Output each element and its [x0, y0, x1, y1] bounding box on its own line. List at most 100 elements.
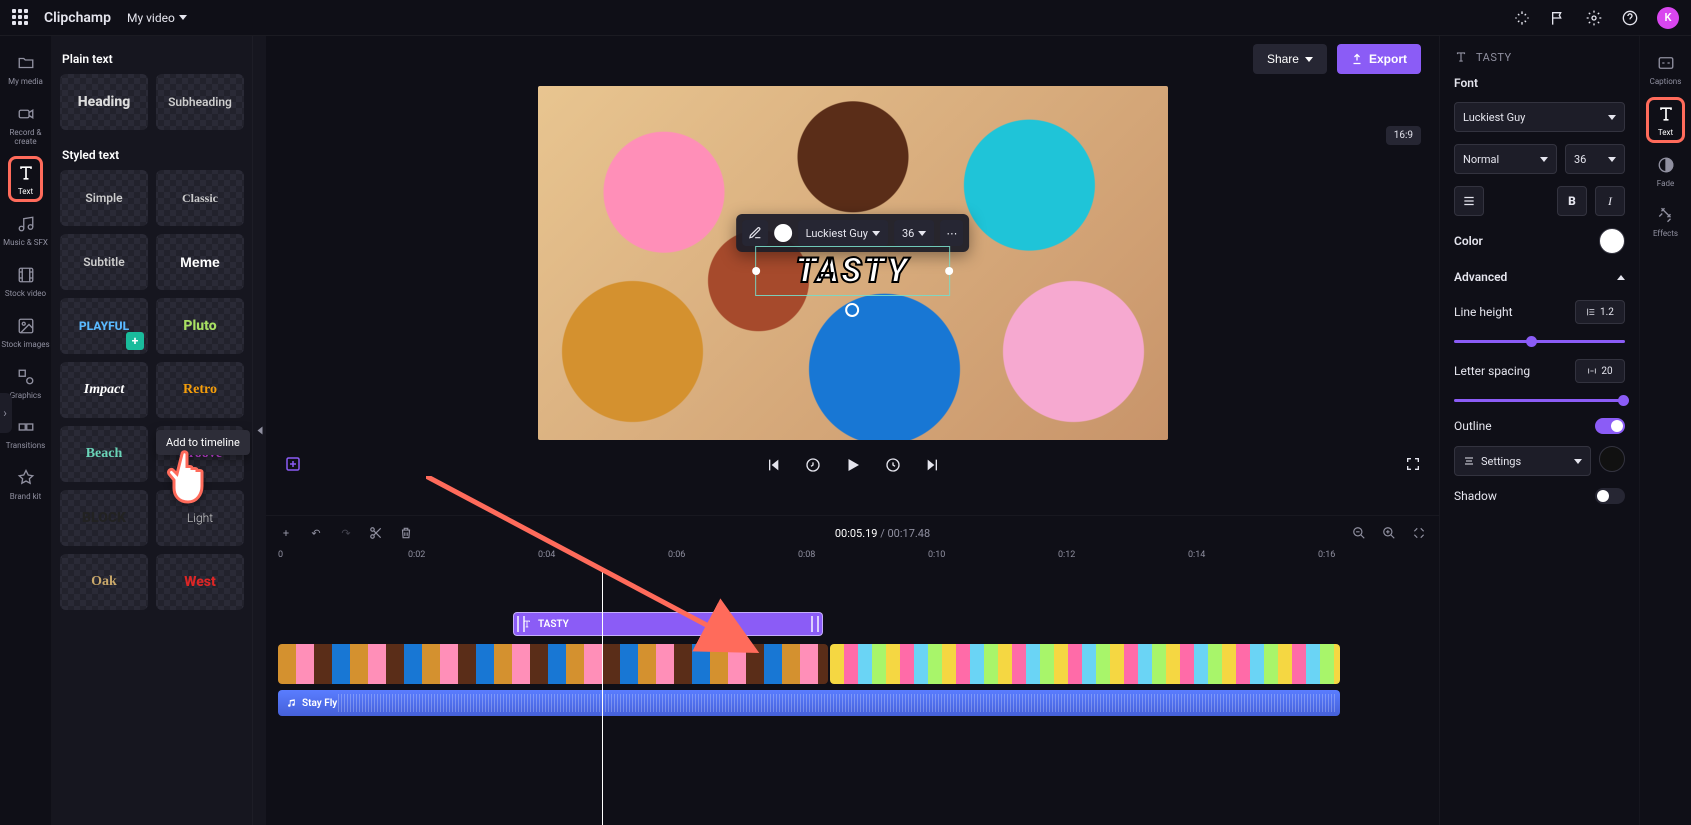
ai-enhance-button[interactable] — [284, 455, 302, 476]
selected-text-box[interactable]: TASTY — [755, 246, 951, 296]
rail-captions[interactable]: Captions — [1640, 44, 1691, 95]
text-style-impact[interactable]: Impact — [60, 362, 148, 418]
props-header: TASTY — [1476, 51, 1512, 64]
resize-handle-left[interactable] — [752, 267, 760, 275]
outline-color-swatch[interactable] — [1599, 446, 1625, 472]
font-select-floating[interactable]: Luckiest Guy — [798, 220, 888, 246]
gear-icon[interactable] — [1585, 9, 1603, 27]
text-style-block[interactable]: BLOCK — [60, 490, 148, 546]
rail-brand-kit[interactable]: Brand kit — [0, 459, 51, 510]
font-select[interactable]: Luckiest Guy — [1454, 102, 1625, 132]
rail-music-sfx[interactable]: Music & SFX — [0, 205, 51, 256]
text-style-subtitle[interactable]: Subtitle — [60, 234, 148, 290]
text-style-meme[interactable]: Meme — [156, 234, 244, 290]
delete-button[interactable] — [398, 525, 414, 541]
fullscreen-button[interactable] — [1405, 456, 1421, 475]
font-weight-select[interactable]: Normal — [1454, 144, 1557, 174]
timeline-tracks[interactable]: TASTY Stay Fly — [278, 572, 1439, 825]
shadow-toggle[interactable] — [1595, 488, 1625, 504]
advanced-section-toggle[interactable]: Advanced — [1454, 266, 1625, 288]
rail-fade[interactable]: Fade — [1640, 146, 1691, 197]
text-color-swatch[interactable] — [1599, 228, 1625, 254]
rail-my-media[interactable]: My media — [0, 44, 51, 95]
preview-text-value: TASTY — [796, 251, 910, 291]
chevron-down-icon — [872, 231, 880, 236]
undo-button[interactable]: ↶ — [308, 525, 324, 541]
panel-collapse-tab[interactable] — [252, 36, 266, 825]
timeline-video-clip-1[interactable] — [278, 644, 828, 684]
chevron-down-icon — [1574, 459, 1582, 464]
outline-settings-button[interactable]: Settings — [1454, 446, 1591, 476]
brand-label: Clipchamp — [44, 10, 111, 26]
text-style-simple[interactable]: Simple — [60, 170, 148, 226]
align-button[interactable] — [1454, 186, 1484, 216]
share-button[interactable]: Share — [1253, 44, 1327, 74]
zoom-out-button[interactable] — [1351, 525, 1367, 541]
text-style-beach[interactable]: Beach — [60, 426, 148, 482]
line-height-input[interactable]: 1.2 — [1575, 300, 1625, 324]
redo-button[interactable]: ↷ — [338, 525, 354, 541]
user-avatar[interactable]: K — [1657, 7, 1679, 29]
text-style-playful[interactable]: PLAYFUL+ — [60, 298, 148, 354]
line-height-slider[interactable] — [1454, 340, 1625, 343]
flag-icon[interactable] — [1549, 9, 1567, 27]
text-icon — [1655, 103, 1677, 125]
more-options-button[interactable]: ⋯ — [940, 220, 963, 246]
text-style-pluto[interactable]: Pluto — [156, 298, 244, 354]
timeline-text-clip[interactable]: TASTY — [513, 612, 823, 636]
help-icon[interactable] — [1621, 9, 1639, 27]
timeline-video-clip-2[interactable] — [830, 644, 1340, 684]
video-title: My video — [127, 11, 175, 25]
add-button[interactable]: + — [278, 525, 294, 541]
rail-record-create[interactable]: Record & create — [0, 95, 51, 155]
ai-sparkle-icon[interactable] — [1513, 9, 1531, 27]
aspect-ratio-badge[interactable]: 16:9 — [1386, 126, 1421, 145]
chevron-down-icon — [1608, 115, 1616, 120]
export-button[interactable]: Export — [1337, 44, 1421, 74]
timeline-ruler[interactable]: 0 0:02 0:04 0:06 0:08 0:10 0:12 0:14 0:1… — [278, 550, 1439, 572]
split-button[interactable] — [368, 525, 384, 541]
outline-toggle[interactable] — [1595, 418, 1625, 434]
text-icon — [15, 162, 37, 184]
letter-spacing-slider[interactable] — [1454, 399, 1625, 402]
timeline-audio-clip[interactable]: Stay Fly — [278, 690, 1340, 716]
font-size-select[interactable]: 36 — [1565, 144, 1625, 174]
text-style-retro[interactable]: Retro — [156, 362, 244, 418]
seek-back-button[interactable] — [804, 456, 822, 474]
video-title-dropdown[interactable]: My video — [127, 11, 187, 25]
italic-button[interactable]: I — [1595, 186, 1625, 216]
brand-icon — [15, 467, 37, 489]
seek-forward-button[interactable] — [884, 456, 902, 474]
fit-button[interactable] — [1411, 525, 1427, 541]
bold-button[interactable]: B — [1557, 186, 1587, 216]
playhead[interactable] — [602, 572, 603, 825]
text-color-swatch[interactable] — [774, 224, 792, 242]
font-size-floating[interactable]: 36 — [894, 220, 934, 246]
text-style-oak[interactable]: Oak — [60, 554, 148, 610]
letter-spacing-input[interactable]: 20 — [1575, 359, 1625, 383]
outline-label: Outline — [1454, 419, 1492, 433]
skip-forward-button[interactable] — [924, 456, 942, 474]
text-style-heading[interactable]: Heading — [60, 74, 148, 130]
video-preview[interactable]: Luckiest Guy 36 ⋯ TASTY — [538, 86, 1168, 440]
chevron-down-icon — [1305, 57, 1313, 62]
rail-text[interactable]: Text — [0, 154, 51, 205]
skip-back-button[interactable] — [764, 456, 782, 474]
play-button[interactable] — [844, 456, 862, 474]
rotate-handle[interactable] — [845, 303, 859, 317]
text-style-west[interactable]: West — [156, 554, 244, 610]
rail-stock-images[interactable]: Stock images — [0, 307, 51, 358]
text-style-subheading[interactable]: Subheading — [156, 74, 244, 130]
resize-handle-right[interactable] — [945, 267, 953, 275]
rail-stock-video[interactable]: Stock video — [0, 256, 51, 307]
edit-text-button[interactable] — [742, 220, 768, 246]
text-styles-panel: Plain text Heading Subheading Styled tex… — [52, 36, 252, 825]
right-rail: Captions Text Fade Effects — [1639, 36, 1691, 825]
add-to-timeline-badge[interactable]: + — [126, 332, 144, 350]
text-style-classic[interactable]: Classic — [156, 170, 244, 226]
apps-grid-icon[interactable] — [12, 9, 30, 27]
chevron-down-icon — [1608, 157, 1616, 162]
rail-effects[interactable]: Effects — [1640, 196, 1691, 247]
rail-text-props[interactable]: Text — [1640, 95, 1691, 146]
zoom-in-button[interactable] — [1381, 525, 1397, 541]
